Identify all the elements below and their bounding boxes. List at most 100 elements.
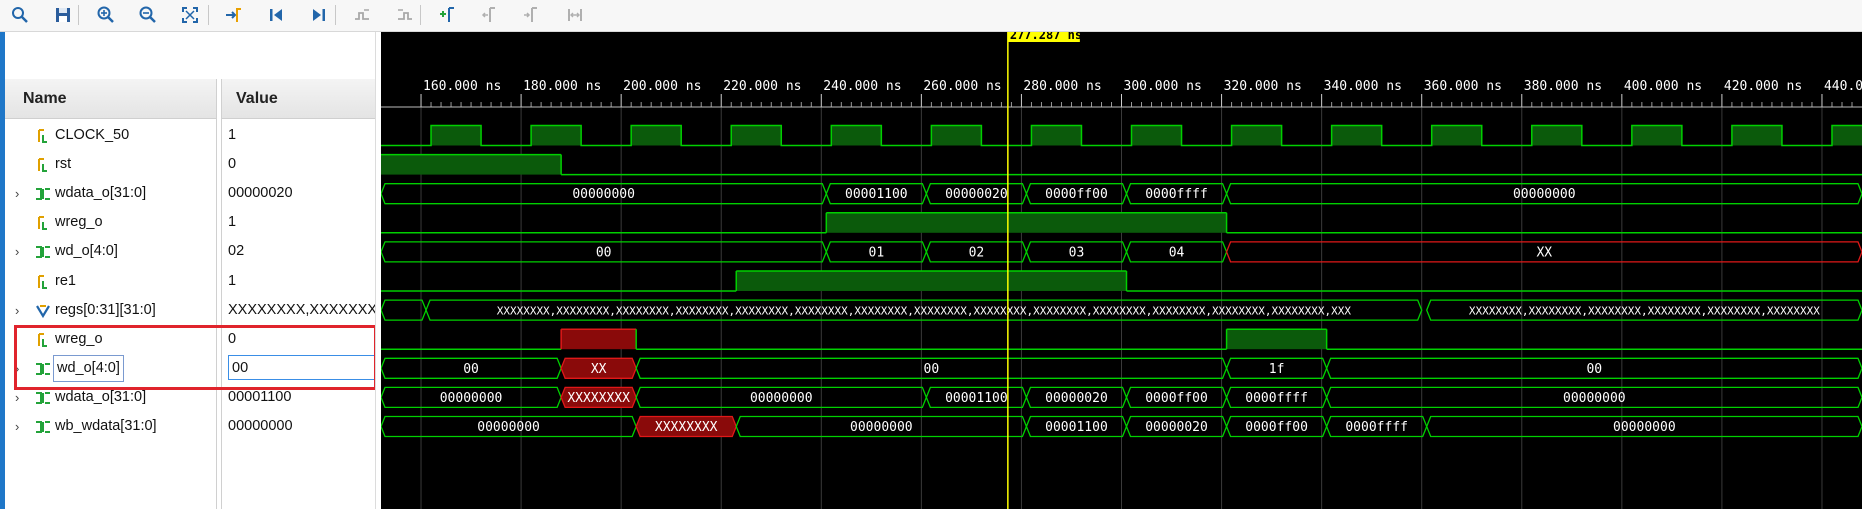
swap-cursors-button[interactable] [562,3,588,27]
signal-value: 00000020 [222,179,375,208]
expand-chevron-icon[interactable]: › [15,354,19,383]
add-marker-button[interactable] [434,3,460,27]
go-to-start-button[interactable] [263,3,289,27]
next-marker-button[interactable] [519,3,545,27]
bus-value-label: 01 [869,245,885,260]
expand-chevron-icon[interactable]: › [15,412,19,441]
signal-row[interactable]: › wdata_o[31:0] [5,179,216,208]
bit-signal-icon [38,274,47,289]
bus-signal-icon [36,188,50,201]
go-to-cursor-icon [226,8,241,22]
tick-label: 400.000 ns [1624,79,1702,94]
signal-row[interactable]: rst [5,150,216,179]
cursor-time-label: 277.287 ns [1010,32,1082,42]
zoom-in-icon [97,6,114,23]
signal-row[interactable]: › regs[0:31][31:0] [5,296,216,325]
expand-chevron-icon[interactable]: › [15,237,19,266]
bus-value-label: 1f [1269,362,1285,377]
signal-name: wd_o[4:0] [53,354,124,382]
signal-row[interactable]: wreg_o [5,208,216,237]
tick-label: 380.000 ns [1524,79,1602,94]
signal-value: 1 [222,121,375,150]
signal-value: 00001100 [222,383,375,412]
signal-row[interactable]: wreg_o [5,325,216,354]
tick-label: 340.000 ns [1324,79,1402,94]
signal-row[interactable]: › wd_o[4:0] [5,237,216,266]
go-to-end-button[interactable] [306,3,332,27]
bus-value-label: 00 [924,362,940,377]
toolbar-separator [208,5,209,25]
bus-value-label: 00000000 [1563,391,1626,406]
go-to-cursor-button[interactable] [220,3,246,27]
bus-value-label: 04 [1169,245,1185,260]
signal-row[interactable]: re1 [5,267,216,296]
zoom-fit-button[interactable] [177,3,203,27]
bit-high-fill [381,154,562,175]
bus-signal-icon [36,391,50,404]
go-to-start-icon [270,9,282,21]
next-transition-icon [398,9,412,20]
next-transition-button[interactable] [392,3,418,27]
signal-value-text[interactable]: 00 [228,354,375,380]
signal-name: wreg_o [55,330,103,347]
signal-row[interactable]: › wb_wdata[31:0] [5,412,216,441]
toolbar-separator [420,5,421,25]
signal-value: 0 [222,150,375,179]
signal-value: XXXXXXXX,XXXXXXXX [222,296,375,325]
name-column-header[interactable]: Name [5,79,216,119]
bus-value-label: XXXXXXXX,XXXXXXXX,XXXXXXXX,XXXXXXXX,XXXX… [497,305,1352,318]
bus-value-label: XX [1536,245,1552,260]
bus-value-label: 00000000 [850,420,913,435]
signal-row[interactable]: › wdata_o[31:0] [5,383,216,412]
zoom-in-button[interactable] [93,3,119,27]
signal-name: wdata_o[31:0] [55,388,147,405]
waveform-view[interactable]: 160.000 ns 180.000 ns 200.000 ns 220.000 ns… [381,32,1862,509]
previous-marker-icon [481,7,495,22]
bit-high-fill [736,271,1127,291]
bus-value-label: 0000ffff [1145,187,1208,202]
bus-value-label: 00001100 [1045,420,1108,435]
bus-value-label: 00000000 [477,420,540,435]
tick-label: 420.000 ns [1724,79,1802,94]
signal-row[interactable]: CLOCK_50 [5,121,216,150]
search-icon [12,7,28,23]
signal-value: 02 [222,237,375,266]
zoom-out-icon [139,6,156,23]
save-button[interactable] [50,3,76,27]
go-to-end-icon [313,9,325,21]
signal-value: 00000000 [222,412,375,441]
search-button[interactable] [7,3,33,27]
signal-value-text: 00000020 [228,185,293,202]
bus-value-label: 00000000 [572,187,635,202]
bus-value-label: 00 [1586,362,1602,377]
signal-value-text: 02 [228,243,245,260]
signal-name: CLOCK_50 [55,127,130,143]
bus-value-label: 02 [969,245,985,260]
clock-high-fill [631,125,682,146]
expand-chevron-icon[interactable]: › [15,383,19,412]
bus-value-label: 0000ffff [1245,391,1308,406]
expand-chevron-icon[interactable]: › [15,296,19,325]
signal-value-text: 1 [228,272,237,289]
signal-row[interactable]: › wd_o[4:0] [5,354,216,383]
previous-transition-button[interactable] [349,3,375,27]
value-column-header[interactable]: Value [222,79,375,119]
bus-signal-icon [36,246,50,259]
bus-value-label: 00000000 [1613,420,1676,435]
signal-name: wd_o[4:0] [55,243,118,260]
previous-marker-button[interactable] [477,3,503,27]
save-icon [56,8,70,22]
waveform-canvas[interactable]: 160.000 ns 180.000 ns 200.000 ns 220.000 ns… [381,32,1862,509]
bit-signal-icon [38,158,47,173]
signal-value: 1 [222,267,375,296]
bus-value-label: 0000ff00 [1145,391,1208,406]
expand-chevron-icon[interactable]: › [15,179,19,208]
tick-label: 260.000 ns [923,79,1001,94]
zoom-out-button[interactable] [135,3,161,27]
signal-value: 0 [222,325,375,354]
bus-value-label: 0000ffff [1345,420,1408,435]
bus-value-label: 00000020 [1045,391,1108,406]
signal-name: regs[0:31][31:0] [55,301,156,318]
clock-high-fill [931,125,982,146]
swap-cursors-icon [568,9,582,21]
